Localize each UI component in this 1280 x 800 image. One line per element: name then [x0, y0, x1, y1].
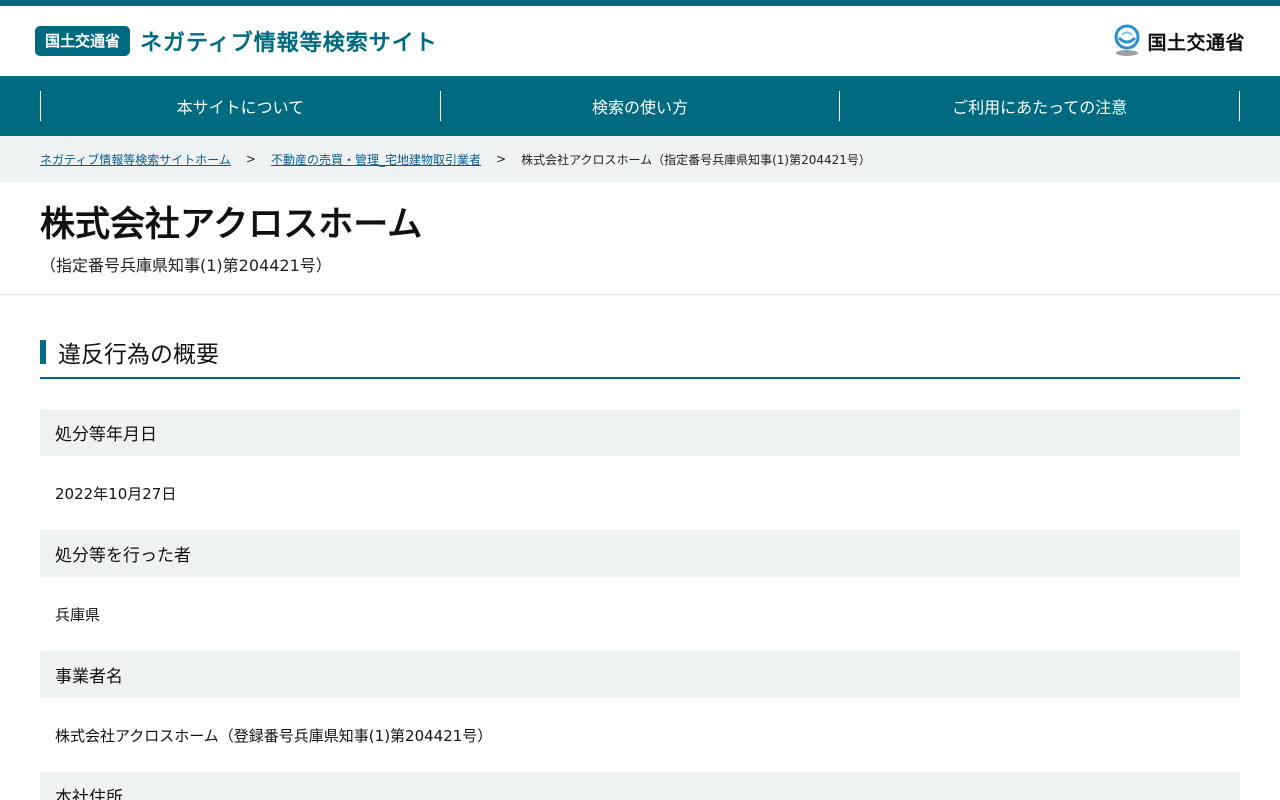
- section-heading: 違反行為の概要: [40, 335, 1240, 379]
- breadcrumb-separator: >: [496, 152, 507, 166]
- main-navigation: 本サイトについて 検索の使い方 ご利用にあたっての注意: [0, 76, 1280, 136]
- breadcrumb: ネガティブ情報等検索サイトホーム > 不動産の売買・管理_宅地建物取引業者 > …: [0, 136, 1280, 182]
- ministry-badge: 国土交通省: [35, 26, 131, 56]
- detail-label-business-name: 事業者名: [40, 651, 1240, 698]
- nav-item-about[interactable]: 本サイトについて: [40, 91, 440, 121]
- section-title: 違反行為の概要: [58, 342, 219, 368]
- section-accent-bar: [40, 340, 46, 364]
- ministry-logo[interactable]: 国土交通省: [1113, 24, 1245, 58]
- breadcrumb-category-link[interactable]: 不動産の売買・管理_宅地建物取引業者: [271, 151, 481, 168]
- detail-value-business-name: 株式会社アクロスホーム（登録番号兵庫県知事(1)第204421号）: [55, 726, 493, 745]
- site-brand[interactable]: 国土交通省 ネガティブ情報等検索サイト: [35, 25, 438, 57]
- nav-item-how-to-search[interactable]: 検索の使い方: [439, 91, 840, 121]
- main-content: 違反行為の概要 処分等年月日 2022年10月27日 処分等を行った者 兵庫県 …: [0, 295, 1280, 800]
- ministry-emblem-icon: [1114, 24, 1140, 56]
- ministry-name: 国土交通省: [1147, 31, 1245, 54]
- detail-value-action-date: 2022年10月27日: [55, 484, 177, 503]
- breadcrumb-current: 株式会社アクロスホーム（指定番号兵庫県知事(1)第204421号）: [521, 152, 871, 167]
- page-title: 株式会社アクロスホーム: [40, 204, 423, 245]
- site-header: 国土交通省 ネガティブ情報等検索サイト 国土交通省: [0, 6, 1280, 76]
- details-list: 処分等年月日 2022年10月27日 処分等を行った者 兵庫県 事業者名 株式会…: [40, 409, 1240, 800]
- site-title[interactable]: ネガティブ情報等検索サイト: [140, 25, 438, 57]
- page-header: 株式会社アクロスホーム （指定番号兵庫県知事(1)第204421号）: [0, 182, 1280, 295]
- nav-item-notes[interactable]: ご利用にあたっての注意: [839, 91, 1241, 121]
- detail-label-head-office-address: 本社住所: [40, 772, 1240, 800]
- detail-label-authority: 処分等を行った者: [40, 530, 1240, 577]
- breadcrumb-home-link[interactable]: ネガティブ情報等検索サイトホーム: [40, 151, 231, 168]
- detail-value-authority: 兵庫県: [55, 605, 101, 624]
- breadcrumb-separator: >: [245, 152, 256, 166]
- page-subtitle: （指定番号兵庫県知事(1)第204421号）: [40, 256, 332, 275]
- detail-label-action-date: 処分等年月日: [40, 409, 1240, 456]
